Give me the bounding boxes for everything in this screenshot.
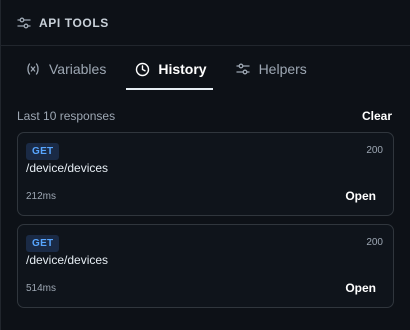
history-subheader: Last 10 responses Clear	[1, 107, 410, 125]
history-label: Last 10 responses	[17, 109, 116, 123]
sliders-icon	[235, 61, 251, 77]
method-badge: GET	[26, 143, 60, 160]
clock-icon	[134, 61, 150, 77]
api-tools-panel: API TOOLS Variables History Helpers Last…	[0, 0, 410, 330]
tab-helpers[interactable]: Helpers	[227, 50, 313, 90]
sliders-icon	[17, 16, 31, 30]
history-item[interactable]: GET 200 /device/devices 212ms Open	[17, 132, 394, 216]
clear-button[interactable]: Clear	[362, 109, 392, 123]
tab-bar: Variables History Helpers	[1, 48, 410, 90]
tab-label: History	[158, 61, 207, 77]
panel-header: API TOOLS	[1, 0, 410, 46]
response-time: 514ms	[26, 283, 57, 294]
history-item[interactable]: GET 200 /device/devices 514ms Open	[17, 224, 394, 308]
request-path: /device/devices	[26, 253, 109, 267]
open-button[interactable]: Open	[345, 189, 376, 203]
panel-title: API TOOLS	[39, 15, 109, 30]
tab-label: Variables	[49, 61, 107, 77]
tab-history[interactable]: History	[126, 50, 213, 90]
status-code: 200	[366, 145, 383, 156]
response-time: 212ms	[26, 191, 57, 202]
tab-label: Helpers	[258, 61, 307, 77]
method-badge: GET	[26, 235, 60, 252]
variable-icon	[25, 61, 41, 77]
tab-variables[interactable]: Variables	[17, 50, 112, 90]
request-path: /device/devices	[26, 161, 109, 175]
open-button[interactable]: Open	[345, 281, 376, 295]
status-code: 200	[366, 237, 383, 248]
